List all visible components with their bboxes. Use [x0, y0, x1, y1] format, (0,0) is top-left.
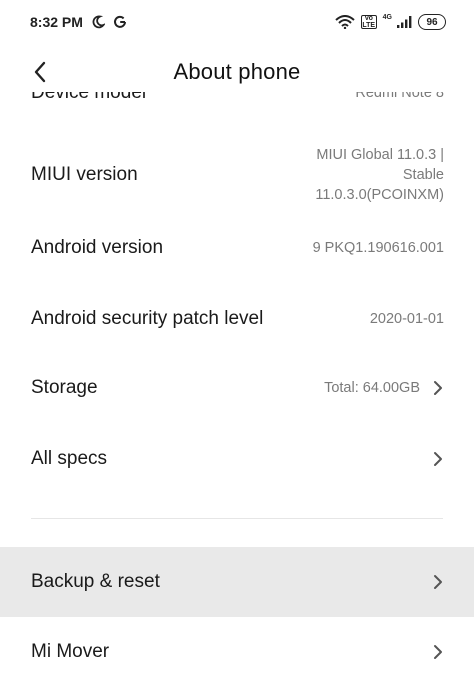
back-arrow-icon — [34, 61, 46, 83]
back-button[interactable] — [22, 54, 58, 90]
list-item-mi-mover[interactable]: Mi Mover — [0, 620, 474, 684]
list-item-label: Android security patch level — [31, 308, 264, 329]
battery-indicator: 96 — [418, 14, 446, 30]
list-item-value: 9 PKQ1.190616.001 — [312, 240, 444, 256]
chevron-right-icon — [432, 450, 444, 468]
chevron-right-icon — [432, 573, 444, 591]
list-item-android-version[interactable]: Android version 9 PKQ1.190616.001 — [0, 216, 474, 280]
list-item-all-specs[interactable]: All specs — [0, 427, 474, 491]
status-bar: 8:32 PM Vo LTE 4G 96 — [0, 0, 474, 44]
device-model-row-content: Device model Redmi Note 8 — [31, 92, 444, 104]
list-item-miui-version[interactable]: MIUI version MIUI Global 11.0.3 | Stable… — [0, 136, 474, 214]
status-right: Vo LTE 4G 96 — [334, 13, 446, 30]
status-left: 8:32 PM — [30, 14, 127, 30]
list-item-storage[interactable]: Storage Total: 64.00GB — [0, 356, 474, 420]
list-item-label: Storage — [31, 377, 98, 398]
list-item-label: Device model — [31, 92, 147, 103]
signal-icon — [396, 15, 412, 29]
list-item-label: MIUI version — [31, 164, 138, 185]
about-phone-screen: 8:32 PM Vo LTE 4G 96 About phone Device … — [0, 0, 474, 692]
page-title: About phone — [173, 59, 301, 84]
status-time: 8:32 PM — [30, 14, 83, 30]
miui-version-line-3: 11.0.3.0(PCOINXM) — [315, 187, 444, 203]
volte-badge: Vo LTE — [360, 15, 377, 29]
list-item-label: Mi Mover — [31, 641, 110, 662]
miui-version-line-2: Stable — [402, 167, 444, 183]
list-item-label: Android version — [31, 237, 164, 258]
list-item-value: Total: 64.00GB — [324, 380, 420, 396]
list-item-security-patch[interactable]: Android security patch level 2020-01-01 — [0, 287, 474, 351]
list-item-value: 2020-01-01 — [369, 311, 444, 327]
row-right: Total: 64.00GB — [324, 378, 444, 398]
google-icon — [113, 15, 127, 29]
miui-version-line-1: MIUI Global 11.0.3 | — [316, 147, 444, 163]
network-type-label: 4G — [382, 13, 392, 21]
list-item-device-model[interactable]: Device model Redmi Note 8 — [0, 92, 474, 114]
chevron-right-icon — [432, 643, 444, 661]
list-item-label: All specs — [31, 448, 108, 469]
section-divider — [31, 518, 443, 519]
wifi-icon — [334, 15, 355, 29]
list-item-value: Redmi Note 8 — [355, 92, 444, 101]
list-item-value: MIUI Global 11.0.3 | Stable 11.0.3.0(PCO… — [315, 145, 444, 205]
chevron-right-icon — [432, 379, 444, 397]
moon-icon — [91, 15, 105, 29]
list-item-backup-reset[interactable]: Backup & reset — [0, 547, 474, 617]
list-item-label: Backup & reset — [31, 571, 160, 592]
